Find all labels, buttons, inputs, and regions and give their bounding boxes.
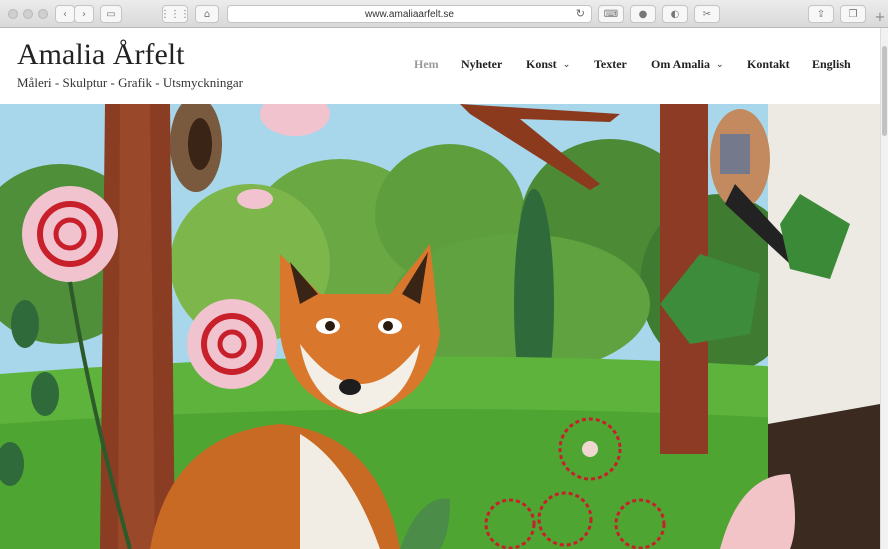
forward-icon[interactable]: › <box>74 5 94 23</box>
keyboard-icon[interactable]: ⌨ <box>598 5 624 23</box>
top-sites-icon[interactable]: ⋮⋮⋮ <box>160 5 190 23</box>
chevron-down-icon: ⌄ <box>716 59 724 70</box>
site-header: Amalia Årfelt Måleri - Skulptur - Grafik… <box>0 28 880 104</box>
nav-item-label: Nyheter <box>461 57 503 71</box>
fox-forest-painting <box>0 104 880 549</box>
nav-item-label: Kontakt <box>747 57 790 71</box>
site-tagline: Måleri - Skulptur - Grafik - Utsmyckning… <box>17 75 244 90</box>
new-tab-icon[interactable]: + <box>872 10 888 28</box>
nav-item-english[interactable]: English <box>812 57 862 72</box>
tabs-overview-icon[interactable]: ❐ <box>840 5 866 23</box>
minimize-window-icon[interactable] <box>23 9 33 19</box>
nav-item-texter[interactable]: Texter <box>594 57 651 72</box>
nav-item-label: Konst <box>526 57 557 71</box>
tools-icon[interactable]: ✂ <box>694 5 720 23</box>
zoom-window-icon[interactable] <box>38 9 48 19</box>
reload-icon[interactable]: ↻ <box>576 7 585 20</box>
share-icon[interactable]: ⇪ <box>808 5 834 23</box>
nav-item-label: Texter <box>594 57 627 71</box>
url-text: www.amaliaarfelt.se <box>365 8 454 20</box>
nav-item-hem[interactable]: Hem <box>414 57 461 72</box>
nav-item-label: English <box>812 57 851 71</box>
hero-painting <box>0 104 880 549</box>
main-nav: Hem Nyheter Konst ⌄ Texter Om Amalia ⌄ K… <box>414 57 862 72</box>
scrollbar-thumb[interactable] <box>882 46 887 136</box>
sidebar-icon[interactable]: ▭ <box>100 5 122 23</box>
nav-item-kontakt[interactable]: Kontakt <box>747 57 812 72</box>
nav-item-om-amalia[interactable]: Om Amalia ⌄ <box>651 57 747 72</box>
back-icon[interactable]: ‹ <box>55 5 75 23</box>
site-title[interactable]: Amalia Årfelt <box>17 38 184 72</box>
chevron-down-icon: ⌄ <box>562 59 571 70</box>
extension-icon[interactable]: ● <box>630 5 656 23</box>
home-icon[interactable]: ⌂ <box>195 5 219 23</box>
privacy-icon[interactable]: ◐ <box>662 5 688 23</box>
browser-toolbar: ‹ › ▭ ⋮⋮⋮ ⌂ www.amaliaarfelt.se ↻ ⌨ ● ◐ … <box>0 0 888 28</box>
close-window-icon[interactable] <box>8 9 18 19</box>
page-scrollbar[interactable] <box>880 28 888 549</box>
nav-item-konst[interactable]: Konst ⌄ <box>526 57 594 72</box>
nav-item-nyheter[interactable]: Nyheter <box>461 57 526 72</box>
address-bar[interactable]: www.amaliaarfelt.se ↻ <box>227 5 592 23</box>
nav-item-label: Hem <box>414 57 439 71</box>
nav-item-label: Om Amalia <box>651 57 710 71</box>
